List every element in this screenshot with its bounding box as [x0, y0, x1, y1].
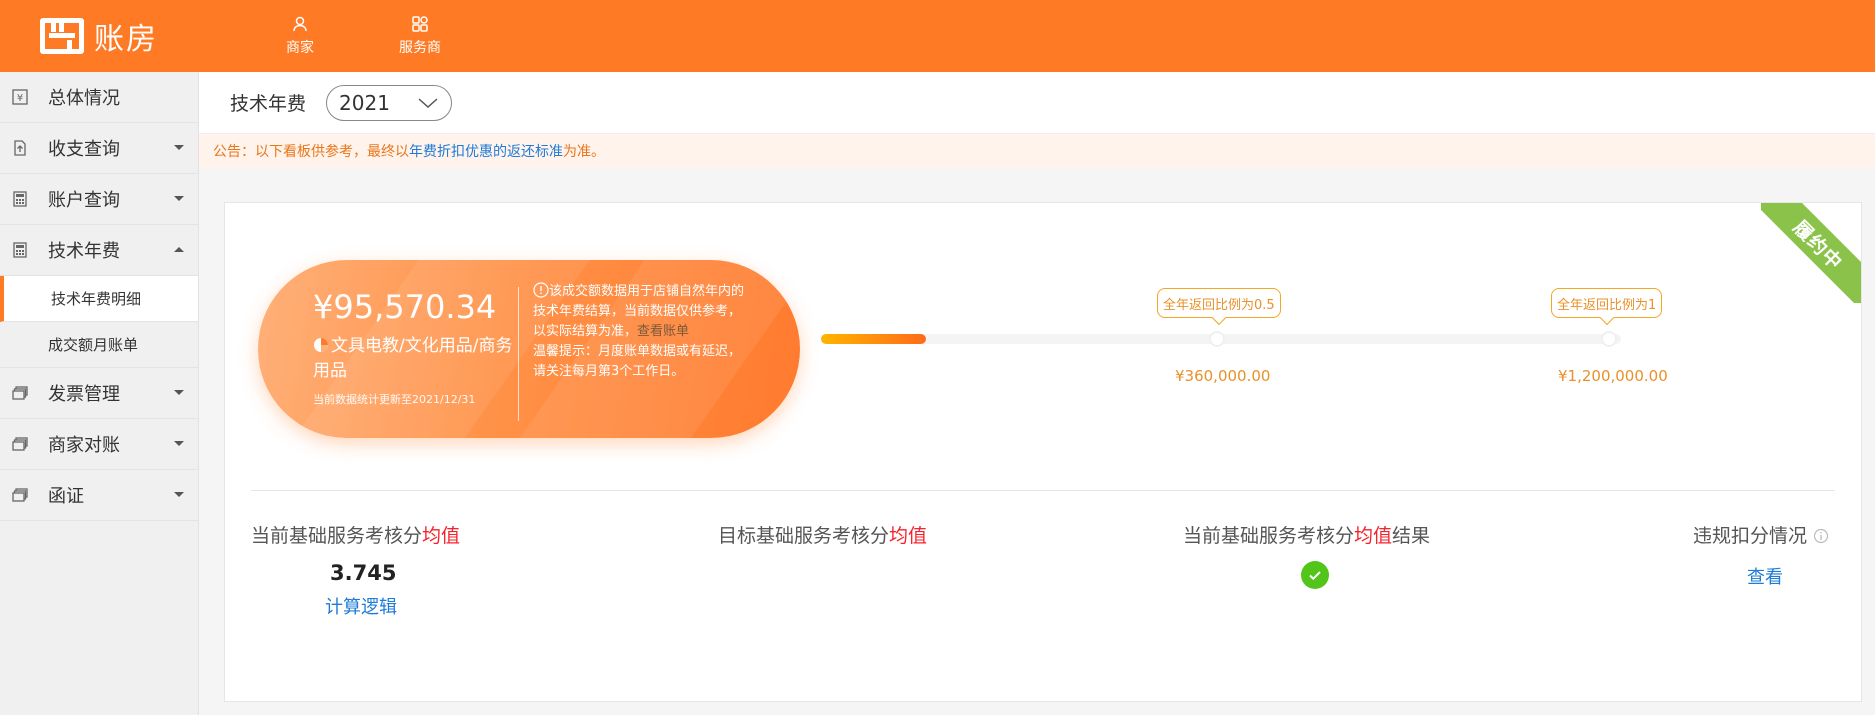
metric-target-score: 目标基础服务考核分均值	[718, 521, 927, 548]
metric-label: 目标基础服务考核分	[718, 525, 890, 547]
nav-provider[interactable]: 服务商	[360, 0, 480, 72]
milestone-tag-2: 全年返回比例为1	[1551, 288, 1663, 318]
top-bar: 账房 商家 服务商	[0, 0, 1875, 72]
info-icon	[533, 282, 549, 298]
metric-label-highlight: 均值	[422, 525, 461, 547]
sidebar-item-account[interactable]: 账户查询	[0, 174, 198, 225]
sidebar-item-tech-fee[interactable]: 技术年费	[0, 225, 198, 276]
info-icon[interactable]	[1813, 528, 1829, 544]
status-ribbon-label: 履约中	[1761, 203, 1861, 303]
year-select[interactable]: 2021	[326, 84, 453, 121]
progress-fill	[821, 334, 926, 344]
milestone-value-1: ¥360,000.00	[1175, 367, 1271, 385]
sidebar-subitem-tech-fee-detail[interactable]: 技术年费明细	[0, 276, 198, 322]
sidebar-item-overview[interactable]: ¥ 总体情况	[0, 72, 198, 123]
sidebar-item-income-expense[interactable]: 收支查询	[0, 123, 198, 174]
metric-label-highlight: 均值	[1354, 525, 1393, 547]
metric-current-score-value: 3.745	[330, 561, 397, 585]
nav-merchant[interactable]: 商家	[240, 0, 360, 72]
stack-icon	[10, 434, 30, 454]
gmv-description: 该成交额数据用于店铺自然年内的技术年费结算，当前数据仅供参考，以实际结算为准，查…	[533, 282, 753, 382]
svg-text:¥: ¥	[17, 93, 23, 104]
chevron-up-icon	[174, 247, 184, 252]
sidebar-item-label: 账户查询	[48, 190, 120, 211]
page-header: 技术年费 2021	[199, 72, 1875, 134]
year-select-value: 2021	[339, 90, 390, 115]
metric-violations: 违规扣分情况	[1693, 521, 1829, 548]
nav-provider-label: 服务商	[399, 40, 441, 56]
category-text: 文具电教/文化用品/商务用品	[313, 336, 513, 381]
milestone-node-1	[1209, 331, 1225, 347]
milestone-node-2	[1601, 331, 1617, 347]
notice-suffix: 为准。	[563, 144, 605, 160]
sidebar-item-label: 发票管理	[48, 384, 120, 405]
calc-logic-link[interactable]: 计算逻辑	[325, 593, 397, 619]
metric-label: 违规扣分情况	[1693, 525, 1808, 547]
notice-link[interactable]: 年费折扣优惠的返还标准	[409, 141, 563, 161]
export-doc-icon	[10, 138, 30, 158]
brand-name: 账房	[94, 22, 158, 57]
grid-icon	[412, 16, 428, 32]
sidebar-subitem-monthly-bill[interactable]: 成交额月账单	[0, 322, 198, 368]
metric-label: 当前基础服务考核分	[1183, 525, 1355, 547]
user-icon	[293, 16, 307, 32]
metric-label-highlight: 均值	[889, 525, 928, 547]
sidebar: ¥ 总体情况 收支查询 账户查询 技术年费 技术年费明细 成交额月账单 发票管理…	[0, 72, 199, 715]
chevron-down-icon	[174, 441, 184, 446]
chevron-down-icon	[418, 97, 438, 108]
sidebar-item-label: 技术年费	[48, 241, 120, 262]
nav-merchant-label: 商家	[286, 40, 314, 56]
logo[interactable]: 账房	[40, 14, 240, 58]
status-ribbon: 履约中	[1761, 203, 1861, 303]
reminder-text: 温馨提示：月度账单数据或有延迟，请关注每月第3个工作日。	[533, 344, 742, 379]
stack-icon	[10, 485, 30, 505]
metric-score-result: 当前基础服务考核分均值结果	[1183, 521, 1430, 548]
sidebar-item-confirmation[interactable]: 函证	[0, 470, 198, 521]
view-violations-link[interactable]: 查看	[1747, 563, 1783, 589]
sidebar-item-label: 函证	[48, 486, 84, 507]
check-circle-icon	[1301, 561, 1329, 589]
sidebar-item-label: 总体情况	[48, 88, 120, 109]
chevron-down-icon	[174, 390, 184, 395]
metric-label-suffix: 结果	[1392, 525, 1431, 547]
sidebar-item-label: 商家对账	[48, 435, 120, 456]
metric-current-score: 当前基础服务考核分均值	[251, 521, 460, 548]
top-nav: 商家 服务商	[240, 0, 480, 72]
pie-chart-icon	[314, 338, 328, 352]
category-label: 文具电教/文化用品/商务用品	[313, 334, 513, 384]
update-time: 当前数据统计更新至2021/12/31	[313, 393, 476, 406]
page-title: 技术年费	[230, 93, 307, 115]
milestone-value-2: ¥1,200,000.00	[1558, 367, 1668, 385]
gmv-summary-pill: ¥95,570.34 文具电教/文化用品/商务用品 当前数据统计更新至2021/…	[258, 260, 800, 438]
sidebar-item-invoice[interactable]: 发票管理	[0, 368, 198, 419]
chevron-down-icon	[174, 145, 184, 150]
milestone-tag-1: 全年返回比例为0.5	[1157, 288, 1281, 318]
section-divider	[251, 490, 1835, 491]
sidebar-item-reconcile[interactable]: 商家对账	[0, 419, 198, 470]
pill-divider	[518, 287, 519, 421]
view-bill-link[interactable]: 查看账单	[637, 324, 689, 339]
tech-fee-card: 履约中 ¥95,570.34 文具电教/文化用品/商务用品 当前数据统计更新至2…	[224, 202, 1862, 702]
gmv-amount: ¥95,570.34	[313, 288, 497, 326]
abacus-logo-icon	[40, 18, 84, 54]
calculator-icon	[10, 189, 30, 209]
notice-prefix: 公告：以下看板供参考，最终以	[213, 144, 409, 160]
yen-doc-icon: ¥	[10, 87, 30, 107]
calculator-icon	[10, 240, 30, 260]
metric-label: 当前基础服务考核分	[251, 525, 423, 547]
notice-bar: 公告：以下看板供参考，最终以 年费折扣优惠的返还标准 为准。	[199, 134, 1875, 168]
sidebar-item-label: 收支查询	[48, 139, 120, 160]
chevron-down-icon	[174, 196, 184, 201]
chevron-down-icon	[174, 492, 184, 497]
stack-icon	[10, 383, 30, 403]
